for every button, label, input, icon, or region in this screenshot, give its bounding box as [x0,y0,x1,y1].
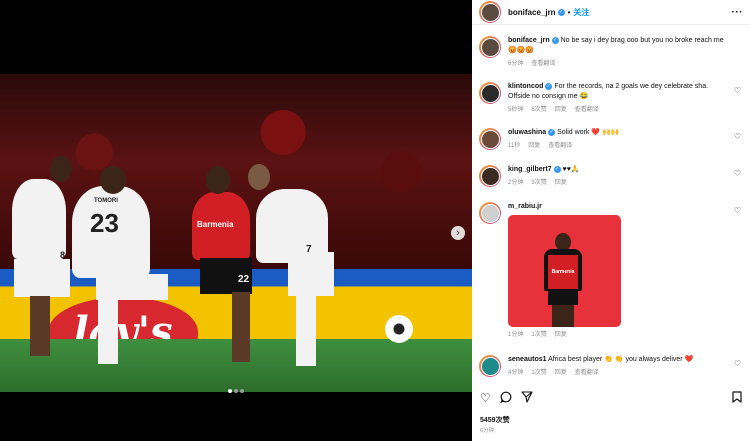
carousel-next-button[interactable]: › [451,226,465,240]
post-actions: ♡ [472,388,750,408]
comment-avatar[interactable] [479,355,501,377]
comment-meta: 4分钟 1次赞 回复 查看翻译 [508,368,730,378]
comment-likes[interactable]: 8次赞 [531,107,546,113]
paper-plane-icon[interactable] [521,391,533,405]
carousel-dots [0,380,472,398]
comment-avatar[interactable] [479,165,501,187]
comment-meta: 2分钟 3次赞 回复 [508,178,730,188]
player-red-head [206,166,230,194]
comment-time: 4分钟 [508,370,524,376]
player-mid-shorts [96,274,168,300]
comment-avatar[interactable] [479,82,501,104]
comment-image[interactable]: Barmenia [508,215,621,327]
comment-username[interactable]: king_gilbert7 [508,166,552,173]
verified-icon: ✓ [551,36,559,44]
comment-meta: 1分钟 1次赞 回复 [508,330,730,340]
player-mid-legs [98,300,118,364]
comment-time: 1分钟 [508,332,524,338]
player-left-legs [30,296,50,356]
carousel-dot[interactable] [228,389,232,393]
translate-link[interactable]: 查看翻译 [575,107,599,113]
verified-icon: ✓ [545,82,553,90]
player-right-legs [296,296,316,366]
comment-item: oluwashina ✓ Solid work ❤️ 🙌🙌 11秒 回复 查看翻译 ♡ [479,128,747,151]
comment-time: 2分钟 [508,180,524,186]
comment-username[interactable]: boniface_jrn [508,37,550,44]
player-left [12,179,66,259]
comment-text: ♥♥🙏 [562,166,580,173]
small-heart-icon[interactable]: ♡ [734,86,741,95]
player-right-shorts [288,252,334,296]
post-media: lay's 8 23 TOMORI Barmenia 22 7 › [0,0,472,441]
player-mid-head [100,166,126,194]
player-left-shorts [14,259,70,297]
reply-link[interactable]: 回复 [555,332,567,338]
comment-meta: 6分钟 查看翻译 [508,59,730,69]
comment-meta: 5秒钟 8次赞 回复 查看翻译 [508,105,730,115]
player-red-brand: Barmenia [197,220,234,229]
player-mid-number: 23 [90,208,119,238]
comment-image-player: Barmenia [540,233,586,327]
comment-item: boniface_jrn ✓ No be say i dey brag ooo b… [479,36,747,69]
comment-username[interactable]: oluwashina [508,129,546,136]
comment-bubble-icon[interactable] [499,391,512,405]
comment-avatar[interactable] [479,128,501,150]
author-username[interactable]: boniface_jrn [508,8,556,17]
verified-icon: ✓ [557,8,565,16]
player-right-head [248,164,270,190]
comments-list: boniface_jrn ✓ No be say i dey brag ooo b… [472,30,750,380]
author-avatar[interactable] [479,1,501,23]
translate-link[interactable]: 查看翻译 [531,61,555,67]
carousel-dot[interactable] [240,389,244,393]
post-panel: boniface_jrn ✓ • 关注 ··· boniface_jrn ✓ No… [472,0,750,441]
reply-link[interactable]: 回复 [555,370,567,376]
comment-avatar[interactable] [479,36,501,58]
post-header: boniface_jrn ✓ • 关注 ··· [472,0,750,25]
post-photo[interactable]: lay's 8 23 TOMORI Barmenia 22 7 [0,74,472,392]
comment-meta: 11秒 回复 查看翻译 [508,141,730,151]
small-heart-icon[interactable]: ♡ [734,359,741,368]
football [385,315,413,343]
comment-text: Africa best player 👏 👏 you always delive… [548,356,694,363]
comment-time: 5秒钟 [508,107,524,113]
comment-likes[interactable]: 1次赞 [531,332,546,338]
carousel-dot[interactable] [234,389,238,393]
comment-item: klintoncod ✓ For the records, na 2 goals … [479,82,747,115]
comment-image-brand: Barmenia [551,269,575,275]
follow-button[interactable]: 关注 [573,7,589,18]
comment-avatar[interactable] [479,202,501,224]
player-mid-name: TOMORI [94,198,118,204]
player-red-legs [232,292,250,362]
heart-outline-icon[interactable]: ♡ [480,392,491,404]
likes-count[interactable]: 5459次赞 [480,415,510,425]
translate-link[interactable]: 查看翻译 [575,370,599,376]
reply-link[interactable]: 回复 [555,180,567,186]
player-left-head [50,156,72,182]
verified-icon: ✓ [548,128,556,136]
post-time: 6分钟 [480,428,495,434]
translate-link[interactable]: 查看翻译 [548,143,572,149]
reply-link[interactable]: 回复 [528,143,540,149]
comment-text: Solid work ❤️ 🙌🙌 [557,129,620,136]
player-red-number: 22 [238,274,250,285]
comment-likes[interactable]: 1次赞 [531,370,546,376]
small-heart-icon[interactable]: ♡ [734,206,741,215]
comment-item: m_rabiu.jr Barmenia 1分钟 1次赞 回复 ♡ [479,202,747,340]
small-heart-icon[interactable]: ♡ [734,169,741,178]
comment-time: 6分钟 [508,61,524,67]
small-heart-icon[interactable]: ♡ [734,132,741,141]
comment-item: seneautos1 Africa best player 👏 👏 you al… [479,355,747,378]
comment-username[interactable]: klintoncod [508,83,543,90]
reply-link[interactable]: 回复 [555,107,567,113]
more-options-icon[interactable]: ··· [732,7,744,18]
player-left-number: 8 [60,250,66,260]
verified-icon: ✓ [553,165,561,173]
comment-time: 11秒 [508,143,521,149]
header-separator: • [567,7,571,17]
comment-likes[interactable]: 3次赞 [531,180,546,186]
bookmark-icon[interactable] [732,391,742,405]
comment-username[interactable]: m_rabiu.jr [508,203,542,210]
comment-item: king_gilbert7 ✓ ♥♥🙏 2分钟 3次赞 回复 ♡ [479,165,747,188]
comment-username[interactable]: seneautos1 [508,356,547,363]
